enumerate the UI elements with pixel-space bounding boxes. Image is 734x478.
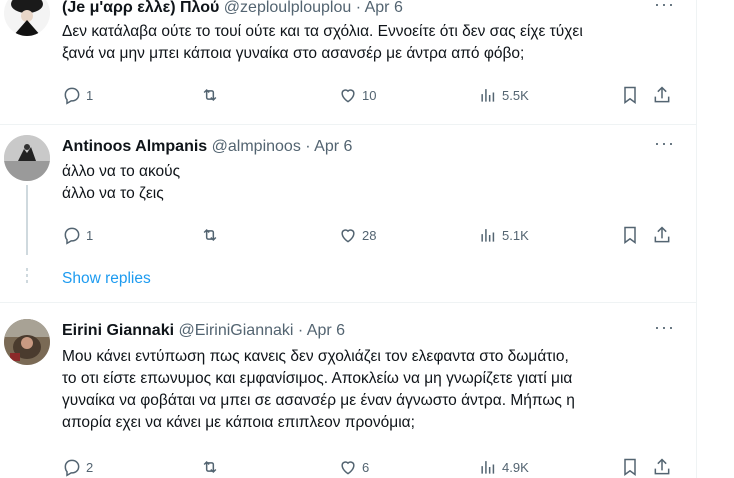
share-icon (654, 86, 670, 103)
reply-icon (64, 87, 80, 105)
reply-button[interactable]: 1 (62, 224, 93, 246)
bookmark-icon (624, 86, 636, 104)
tweet-text: Δεν κατάλαβα ούτε το τουί ούτε και τα σχ… (62, 21, 682, 65)
tweet-text-line: ξανά να μην μπει κάποια γυναίκα στο ασαν… (62, 45, 525, 62)
like-count: 6 (362, 459, 370, 475)
author-handle[interactable]: @EiriniGiannaki (178, 322, 293, 339)
author-handle[interactable]: @almpinoos (212, 138, 301, 155)
separator: · (305, 138, 311, 155)
author-name[interactable]: (Je μ'αρρ ελλε) Πλού (62, 0, 219, 16)
avatar[interactable] (4, 319, 50, 365)
views-button[interactable]: 5.5K (478, 84, 529, 106)
reply-icon (64, 459, 80, 477)
share-icon (654, 458, 670, 475)
tweet-text-line: Δεν κατάλαβα ούτε το τουί ούτε και τα σχ… (62, 23, 583, 40)
repost-icon (203, 88, 217, 102)
tweet-actions: 2 6 4.9K (62, 456, 682, 478)
separator: · (355, 0, 362, 16)
reply-count: 1 (86, 87, 94, 103)
tweet-header: (Je μ'αρρ ελλε) Πλού @zeploulplouplou · … (62, 0, 403, 18)
reply-button[interactable]: 2 (62, 456, 93, 478)
thread-line (26, 185, 28, 255)
bookmark-button[interactable] (620, 456, 640, 478)
view-count: 4.9K (502, 459, 529, 475)
thread-dots (24, 268, 30, 286)
share-button[interactable] (652, 456, 672, 478)
tweet-text-line: Μου κάνει εντύπωση πως κανεις δεν σχολιά… (62, 348, 569, 365)
reply-feed: (Je μ'αρρ ελλε) Πλού @zeploulplouplou · … (0, 0, 696, 478)
avatar[interactable] (4, 0, 50, 36)
like-count: 10 (362, 87, 377, 103)
bookmark-icon (624, 226, 636, 244)
heart-icon (341, 89, 355, 103)
more-options-icon[interactable]: ··· (654, 0, 675, 15)
view-count: 5.1K (502, 227, 529, 243)
author-name[interactable]: Eirini Giannaki (62, 322, 174, 339)
author-name[interactable]: Antinoos Almpanis (62, 138, 207, 155)
like-button[interactable]: 28 (338, 224, 376, 246)
tweet-text-line: το οτι είστε επωνυμος και εμφανίσιμος. Α… (62, 370, 573, 387)
avatar[interactable] (4, 135, 50, 181)
share-icon (654, 226, 670, 243)
separator: · (297, 322, 304, 339)
reply-icon (64, 227, 80, 245)
tweet-text-line: άλλο να το ζεις (62, 185, 164, 202)
reply-count: 2 (86, 459, 94, 475)
repost-icon (203, 460, 217, 474)
author-handle[interactable]: @zeploulplouplou (224, 0, 351, 16)
views-button[interactable]: 5.1K (478, 224, 529, 246)
show-replies-link[interactable]: Show replies (62, 270, 151, 288)
reply-count: 1 (86, 227, 94, 243)
analytics-icon (481, 89, 495, 102)
tweet-text-line: άλλο να το ακούς (62, 163, 181, 180)
analytics-icon (481, 229, 495, 242)
like-count: 28 (362, 227, 377, 243)
share-button[interactable] (652, 84, 672, 106)
views-button[interactable]: 4.9K (478, 456, 529, 478)
reply-button[interactable]: 1 (62, 84, 93, 106)
analytics-icon (481, 461, 495, 474)
tweet[interactable]: Antinoos Almpanis @almpinoos · Apr 6 ···… (0, 125, 696, 260)
tweet-date[interactable]: Apr 6 (314, 138, 352, 155)
repost-button[interactable] (200, 84, 224, 106)
page-edge (696, 0, 734, 478)
tweet-header: Eirini Giannaki @EiriniGiannaki · Apr 6 (62, 321, 345, 341)
tweet[interactable]: Eirini Giannaki @EiriniGiannaki · Apr 6 … (0, 303, 696, 478)
heart-icon (341, 461, 355, 475)
tweet-text: άλλο να το ακούς άλλο να το ζεις (62, 161, 682, 205)
view-count: 5.5K (502, 87, 529, 103)
like-button[interactable]: 10 (338, 84, 376, 106)
tweet[interactable]: (Je μ'αρρ ελλε) Πλού @zeploulplouplou · … (0, 0, 696, 125)
like-button[interactable]: 6 (338, 456, 369, 478)
tweet-date[interactable]: Apr 6 (307, 322, 345, 339)
tweet-actions: 1 10 5.5K (62, 84, 682, 106)
more-options-icon[interactable]: ··· (654, 317, 675, 338)
tweet-text-line: γυναίκα να φοβάται να μπει σε ασανσέρ με… (62, 392, 575, 409)
repost-button[interactable] (200, 224, 224, 246)
bookmark-icon (624, 458, 636, 476)
tweet-text: Μου κάνει εντύπωση πως κανεις δεν σχολιά… (62, 346, 682, 434)
bookmark-button[interactable] (620, 84, 640, 106)
share-button[interactable] (652, 224, 672, 246)
more-options-icon[interactable]: ··· (654, 133, 675, 154)
repost-icon (203, 228, 217, 242)
tweet-actions: 1 28 5.1K (62, 224, 682, 246)
repost-button[interactable] (200, 456, 224, 478)
tweet-text-line: απορία εχει να κάνει με κάποια επιπλεον … (62, 414, 415, 431)
tweet-date[interactable]: Apr 6 (365, 0, 403, 16)
tweet-header: Antinoos Almpanis @almpinoos · Apr 6 (62, 137, 352, 157)
bookmark-button[interactable] (620, 224, 640, 246)
heart-icon (341, 229, 355, 243)
